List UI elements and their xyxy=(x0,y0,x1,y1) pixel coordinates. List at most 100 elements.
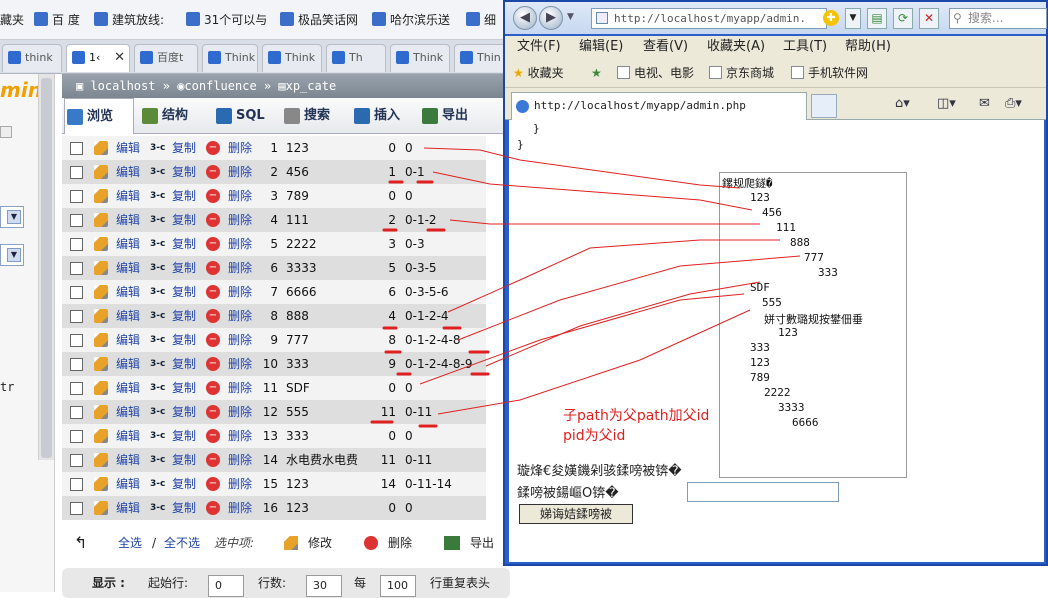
browser-tab[interactable]: 1‹ ✕ xyxy=(66,44,130,72)
favorite-link[interactable]: 京东商城 xyxy=(709,58,774,88)
edit-link[interactable]: 编辑 xyxy=(116,472,140,496)
toolbar-tab-5[interactable]: 导出 xyxy=(420,98,482,134)
toolbar-tab-2[interactable]: SQL xyxy=(214,98,276,134)
search-input[interactable]: ⚲ 搜索... xyxy=(949,8,1047,29)
edit-link[interactable]: 编辑 xyxy=(116,352,140,376)
browser-tab[interactable]: Th xyxy=(326,44,386,72)
copy-link[interactable]: 复制 xyxy=(172,136,196,160)
bookmark-item[interactable]: 细 xyxy=(466,12,496,28)
uncheck-all-link[interactable]: 全不选 xyxy=(164,528,200,558)
copy-link[interactable]: 复制 xyxy=(172,208,196,232)
edit-link[interactable]: 编辑 xyxy=(116,328,140,352)
delete-link[interactable]: 删除 xyxy=(228,208,252,232)
delete-link[interactable]: 删除 xyxy=(228,328,252,352)
browser-tab[interactable]: 百度t xyxy=(134,44,198,72)
repeat-input[interactable]: 100 xyxy=(380,575,416,597)
table-select[interactable]: ▼ xyxy=(0,244,24,266)
browser-tab[interactable]: think xyxy=(2,44,62,72)
edit-link[interactable]: 编辑 xyxy=(116,208,140,232)
home-icon[interactable]: ⌂▾ xyxy=(895,96,910,111)
row-checkbox[interactable] xyxy=(70,454,83,467)
bookmark-item[interactable]: 藏夹 xyxy=(0,12,24,28)
edit-link[interactable]: 编辑 xyxy=(116,448,140,472)
copy-link[interactable]: 复制 xyxy=(172,160,196,184)
browser-tab[interactable]: Think xyxy=(262,44,322,72)
edit-link[interactable]: 编辑 xyxy=(116,280,140,304)
row-checkbox[interactable] xyxy=(70,166,83,179)
bookmark-item[interactable]: 建筑放线: xyxy=(94,12,164,28)
toolbar-tab-3[interactable]: 搜索 xyxy=(282,98,344,134)
edit-link[interactable]: 编辑 xyxy=(116,496,140,520)
copy-link[interactable]: 复制 xyxy=(172,376,196,400)
dropdown-icon[interactable]: ▼ xyxy=(567,12,574,22)
back-button[interactable]: ◀ xyxy=(513,6,537,30)
edit-link[interactable]: 编辑 xyxy=(116,256,140,280)
menu-item[interactable]: 工具(T) xyxy=(783,36,827,58)
ie-tab-active[interactable]: http://localhost/myapp/admin.php xyxy=(511,92,807,120)
favorite-link[interactable]: 手机软件网 xyxy=(791,58,868,88)
breadcrumb-server[interactable]: localhost xyxy=(90,79,155,93)
row-checkbox[interactable] xyxy=(70,214,83,227)
stop-icon[interactable]: ✕ xyxy=(919,8,939,29)
bookmark-item[interactable]: 哈尔滨乐送 xyxy=(372,12,450,28)
copy-link[interactable]: 复制 xyxy=(172,184,196,208)
start-row-input[interactable]: 0 xyxy=(208,575,244,597)
edit-link[interactable]: 编辑 xyxy=(116,424,140,448)
add-category-button[interactable]: 娣诲姞鍒嗙被 xyxy=(519,504,633,524)
close-icon[interactable]: ✕ xyxy=(114,45,125,71)
row-checkbox[interactable] xyxy=(70,382,83,395)
menu-item[interactable]: 文件(F) xyxy=(517,36,561,58)
edit-link[interactable]: 编辑 xyxy=(116,400,140,424)
menu-item[interactable]: 编辑(E) xyxy=(579,36,623,58)
menu-item[interactable]: 帮助(H) xyxy=(845,36,891,58)
print-icon[interactable]: ⎙▾ xyxy=(1005,96,1022,111)
add-favorite-icon[interactable]: ★ xyxy=(591,58,602,88)
row-checkbox[interactable] xyxy=(70,406,83,419)
copy-link[interactable]: 复制 xyxy=(172,232,196,256)
row-checkbox[interactable] xyxy=(70,262,83,275)
copy-link[interactable]: 复制 xyxy=(172,256,196,280)
toolbar-tab-1[interactable]: 结构 xyxy=(140,98,202,134)
delete-link[interactable]: 删除 xyxy=(228,280,252,304)
copy-link[interactable]: 复制 xyxy=(172,280,196,304)
copy-link[interactable]: 复制 xyxy=(172,472,196,496)
row-checkbox[interactable] xyxy=(70,142,83,155)
row-checkbox[interactable] xyxy=(70,190,83,203)
delete-link[interactable]: 删除 xyxy=(228,304,252,328)
check-all-link[interactable]: 全选 xyxy=(118,528,142,558)
edit-link[interactable]: 编辑 xyxy=(116,232,140,256)
modify-button[interactable]: 修改 xyxy=(308,528,332,558)
delete-link[interactable]: 删除 xyxy=(228,160,252,184)
toolbar-tab-4[interactable]: 插入 xyxy=(352,98,414,134)
browser-tab[interactable]: Think xyxy=(390,44,450,72)
compat-icon[interactable]: ✚ xyxy=(823,10,839,26)
delete-link[interactable]: 删除 xyxy=(228,400,252,424)
breadcrumb-database[interactable]: confluence xyxy=(184,79,256,93)
copy-link[interactable]: 复制 xyxy=(172,496,196,520)
database-select[interactable]: ▼ xyxy=(0,206,24,228)
edit-link[interactable]: 编辑 xyxy=(116,304,140,328)
row-checkbox[interactable] xyxy=(70,286,83,299)
row-checkbox[interactable] xyxy=(70,334,83,347)
row-checkbox[interactable] xyxy=(70,310,83,323)
delete-link[interactable]: 删除 xyxy=(228,232,252,256)
edit-link[interactable]: 编辑 xyxy=(116,376,140,400)
browser-tab[interactable]: Think xyxy=(202,44,258,72)
copy-link[interactable]: 复制 xyxy=(172,400,196,424)
edit-link[interactable]: 编辑 xyxy=(116,160,140,184)
row-checkbox[interactable] xyxy=(70,502,83,515)
row-checkbox[interactable] xyxy=(70,478,83,491)
edit-link[interactable]: 编辑 xyxy=(116,184,140,208)
url-input[interactable]: http://localhost/myapp/admin. xyxy=(591,8,827,29)
row-checkbox[interactable] xyxy=(70,358,83,371)
refresh-icon[interactable]: ⟳ xyxy=(893,8,913,29)
menu-item[interactable]: 收藏夹(A) xyxy=(707,36,765,58)
copy-link[interactable]: 复制 xyxy=(172,304,196,328)
export-selected-button[interactable]: 导出 xyxy=(470,528,494,558)
url-dropdown-icon[interactable]: ▼ xyxy=(845,8,861,29)
compat-view-icon[interactable]: ▤ xyxy=(867,8,887,29)
new-tab-button[interactable] xyxy=(811,94,837,118)
delete-link[interactable]: 删除 xyxy=(228,184,252,208)
delete-link[interactable]: 删除 xyxy=(228,424,252,448)
favorite-link[interactable]: 电视、电影 xyxy=(617,58,694,88)
